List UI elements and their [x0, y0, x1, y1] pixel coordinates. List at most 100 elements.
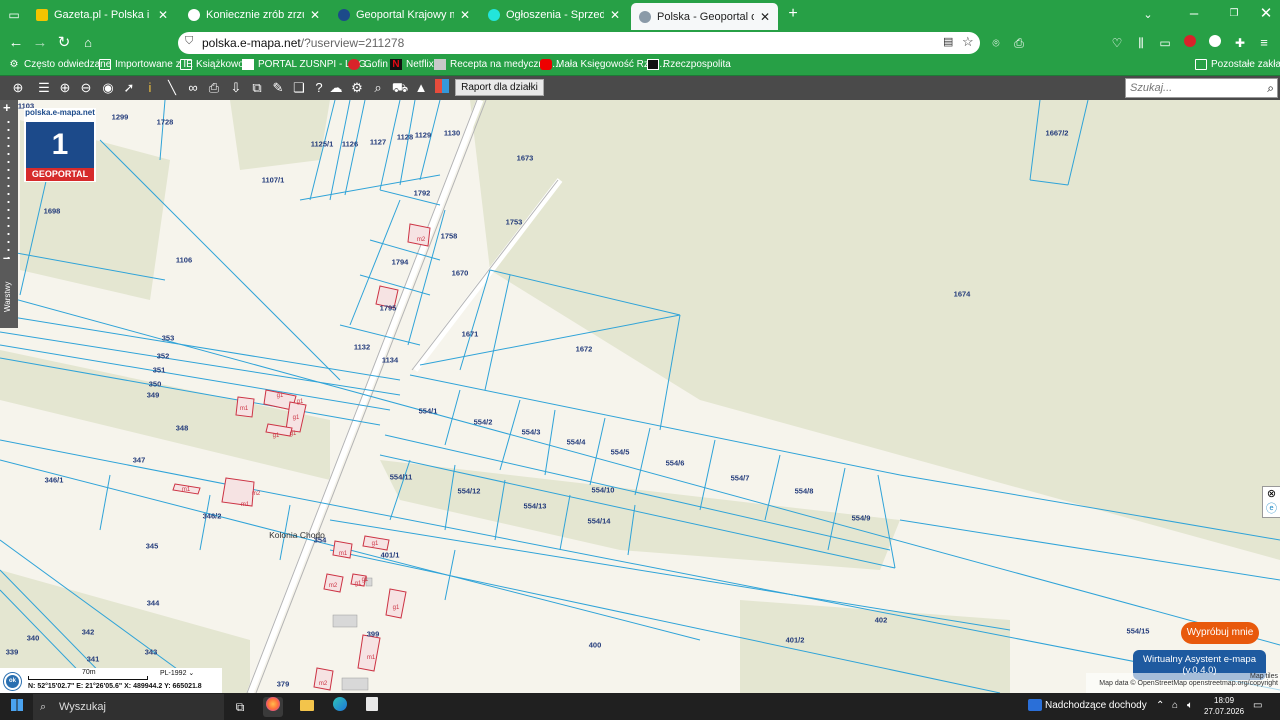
parcel-label[interactable]: 339	[6, 648, 19, 657]
sidebar-icon[interactable]: ▭	[1155, 33, 1175, 53]
parcel-label[interactable]: 1794	[392, 258, 409, 267]
parcel-label[interactable]: 1128	[397, 133, 413, 142]
crs-select[interactable]: PL-1992 ⌄	[160, 669, 194, 677]
close-tab-icon[interactable]: ✕	[760, 10, 770, 24]
bookmark-item[interactable]: ⚙ Często odwiedzane	[8, 59, 112, 70]
parcel-label[interactable]: 349	[147, 391, 160, 400]
geoportal-logo[interactable]: polska.e-mapa.net 1 GEOPORTAL	[24, 108, 96, 182]
parcel-label[interactable]: 554/15	[1127, 627, 1150, 636]
parcel-label[interactable]: 1126	[342, 140, 358, 149]
parcel-label[interactable]: 1299	[112, 113, 129, 122]
bookmark-item[interactable]: Rzeczpospolita	[647, 59, 731, 70]
parcel-label[interactable]: 1132	[354, 343, 370, 352]
tab-list-icon[interactable]: ▭	[4, 5, 24, 25]
e-mapa-icon[interactable]: ⓔ	[1263, 500, 1280, 516]
parcel-label[interactable]: 401/1	[381, 551, 400, 560]
notifications-icon[interactable]: ▭	[1253, 700, 1262, 711]
parcel-label[interactable]: 1673	[517, 154, 534, 163]
close-tab-icon[interactable]: ✕	[460, 8, 470, 22]
parcel-label[interactable]: 1672	[576, 345, 593, 354]
zoom-slider[interactable]	[7, 118, 10, 258]
minimize-icon[interactable]: –	[1184, 4, 1204, 24]
bookmark-item[interactable]: Importowane z IE	[99, 59, 193, 70]
terrain-icon[interactable]: ▲	[412, 79, 430, 97]
parcel-label[interactable]: 554/10	[592, 486, 615, 495]
parcel-label[interactable]: 1670	[452, 269, 469, 278]
parcel-label[interactable]: 1753	[506, 218, 523, 227]
parcel-label[interactable]: 1129	[415, 131, 431, 140]
info-icon[interactable]: i	[141, 79, 159, 97]
parcel-label[interactable]: 1728	[157, 118, 174, 127]
parcel-label[interactable]: 1106	[176, 256, 192, 265]
parcel-label[interactable]: 346/2	[203, 512, 222, 521]
attribution-link[interactable]: openstreetmap.org/copyright	[1189, 680, 1278, 687]
windows-start-icon[interactable]	[7, 697, 27, 717]
new-tab-button[interactable]: +	[783, 4, 803, 24]
parcel-label[interactable]: 1107/1	[262, 176, 285, 185]
zoom-out-button[interactable]: –	[3, 250, 10, 265]
tab-e-mapa[interactable]: Polska - Geoportal otwartych da ✕	[631, 3, 778, 30]
clock[interactable]: 18:09 27.07.2026	[1204, 695, 1244, 717]
layers-panel-toggle[interactable]: Warstwy	[0, 272, 18, 326]
pan-icon[interactable]: ➚	[120, 79, 138, 97]
close-tab-icon[interactable]: ✕	[610, 8, 620, 22]
download-icon[interactable]: ⇩	[227, 79, 245, 97]
restore-icon[interactable]: ❐	[1224, 4, 1244, 24]
back-icon[interactable]: ←	[6, 33, 26, 53]
comment-icon[interactable]: ❏	[290, 79, 308, 97]
extension-red-icon[interactable]	[1180, 33, 1200, 53]
tab-olx[interactable]: Ogłoszenia - Sprzedam, kupię n ✕	[480, 4, 628, 26]
print-icon[interactable]: ⎙	[1009, 33, 1029, 53]
parcel-label[interactable]: 402	[875, 616, 888, 625]
ok-button[interactable]: ok	[4, 673, 21, 690]
reader-view-icon[interactable]: ▤	[943, 35, 953, 48]
map-canvas[interactable]: 1299 1728 1103 1125/1 1126 1127 1128 1129 1130 16…	[0, 100, 1280, 693]
parcel-label[interactable]: 341	[87, 655, 100, 664]
zoom-in-icon[interactable]: ⊕	[56, 79, 74, 97]
cart-icon[interactable]: ⛟	[391, 79, 409, 97]
parcel-label[interactable]: 352	[157, 352, 170, 361]
account-icon[interactable]	[1205, 33, 1225, 53]
parcel-label[interactable]: 400	[589, 641, 602, 650]
parcel-label[interactable]: 1795	[380, 304, 397, 313]
parcel-label[interactable]: 554/14	[588, 517, 611, 526]
parcel-label[interactable]: 340	[27, 634, 40, 643]
parcel-label[interactable]: 554/3	[522, 428, 541, 437]
close-tab-icon[interactable]: ✕	[158, 8, 168, 22]
network-icon[interactable]: ⌂	[1172, 700, 1178, 711]
parcel-label[interactable]: 1667/2	[1046, 129, 1069, 138]
try-me-button[interactable]: Wypróbuj mnie	[1181, 622, 1259, 644]
close-tab-icon[interactable]: ✕	[310, 8, 320, 22]
firefox-icon[interactable]	[263, 697, 283, 717]
parcel-label[interactable]: 1125/1	[311, 140, 334, 149]
chevron-down-icon[interactable]: ⌄	[1138, 5, 1158, 25]
parcel-label[interactable]: 379	[277, 680, 290, 689]
task-view-icon[interactable]: ⧉	[230, 697, 250, 717]
parcel-label[interactable]: 351	[153, 366, 166, 375]
tab-google[interactable]: Koniecznie zrób zrzut ekranu z g ✕	[180, 4, 328, 26]
parcel-label[interactable]: 353	[162, 334, 175, 343]
print-map-icon[interactable]: ⎙	[205, 79, 223, 97]
other-bookmarks[interactable]: Pozostałe zakładki	[1195, 59, 1280, 70]
parcel-label[interactable]: 554/11	[390, 473, 413, 482]
weather-text[interactable]: Nadchodzące dochody	[1045, 700, 1147, 711]
parcel-label[interactable]: 1127	[370, 138, 386, 147]
bookmark-item[interactable]: N Netflix	[390, 59, 434, 70]
tab-geoportal[interactable]: Geoportal Krajowy mapy i inforr ✕	[330, 4, 478, 26]
parcel-label[interactable]: 554/2	[474, 418, 493, 427]
bookmark-star-icon[interactable]: ☆	[962, 34, 974, 50]
parcel-label[interactable]: 554/6	[666, 459, 685, 468]
parcel-label[interactable]: 554/12	[458, 487, 481, 496]
parcel-label[interactable]: 1758	[441, 232, 458, 241]
home-icon[interactable]: ⌂	[78, 33, 98, 53]
parcel-label[interactable]: 1792	[414, 189, 431, 198]
draw-icon[interactable]: ✎	[269, 79, 287, 97]
raport-button[interactable]: Raport dla działki	[455, 79, 544, 96]
help-icon[interactable]: ?	[310, 79, 328, 97]
edge-icon[interactable]	[330, 697, 350, 717]
menu-icon[interactable]: ≡	[1254, 33, 1274, 53]
parcel-label[interactable]: 554/9	[852, 514, 871, 523]
parcel-label[interactable]: 1130	[444, 129, 460, 138]
tray-chevron-icon[interactable]: ⌃	[1156, 700, 1164, 711]
parcel-label[interactable]: 554/13	[524, 502, 547, 511]
